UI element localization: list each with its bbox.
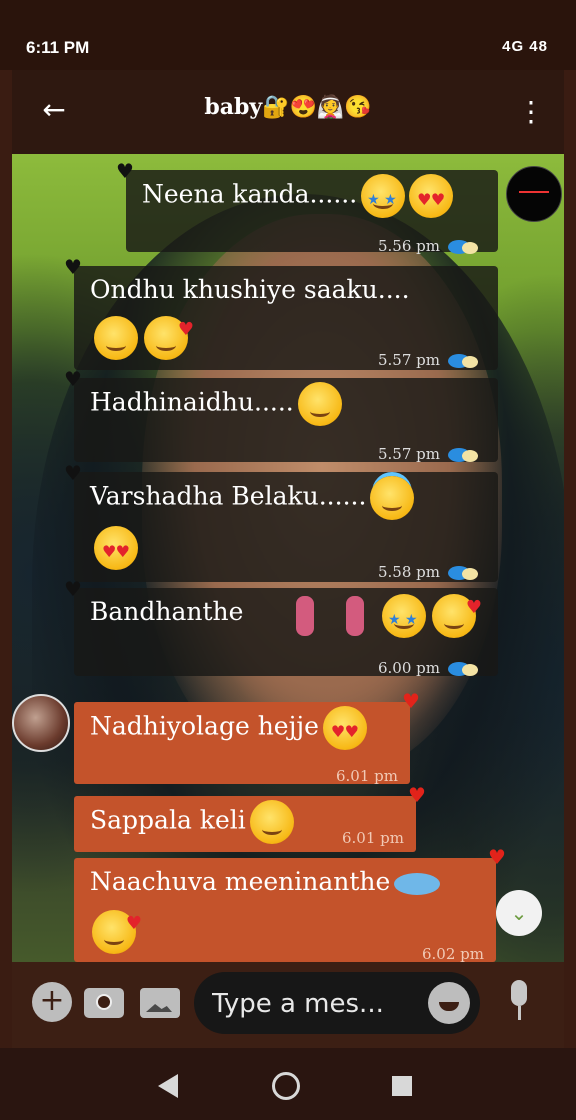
smile-emoji-icon [249, 800, 294, 844]
message-bubble[interactable]: ♥ Sappala keli 6.01 pm [74, 785, 426, 852]
message-text: Hadhinaidhu..... [90, 387, 294, 417]
heart-icon: ♥ [488, 845, 506, 869]
plus-icon[interactable]: + [32, 982, 72, 1022]
system-nav-bar [0, 1048, 576, 1120]
heart-icon: ♥ [64, 461, 82, 485]
camera-icon[interactable] [84, 988, 124, 1018]
chat-header: ← baby🔐😍👰😘 ⋮ [12, 70, 564, 154]
message-bubble[interactable]: ♥ Neena kanda...... 5.56 pm [116, 161, 498, 255]
dancer-emoji-icon [346, 596, 364, 636]
dancer-emoji-icon [296, 596, 314, 636]
message-time: 5.57 pm [378, 351, 440, 369]
halo-emoji-icon [370, 476, 415, 520]
status-indicators: 4G 48 [502, 38, 548, 55]
gallery-icon[interactable] [140, 988, 180, 1018]
mic-icon[interactable] [506, 980, 532, 1024]
message-text: Neena kanda...... [142, 179, 358, 209]
message-bubble[interactable]: ♥ Naachuva meeninanthe 6.02 pm [74, 847, 506, 962]
heart-icon: ♥ [402, 689, 420, 713]
read-ticks-icon [448, 240, 482, 254]
message-text: Bandhanthe [90, 597, 244, 626]
starstruck-emoji-icon [382, 594, 426, 640]
message-composer: + [12, 962, 564, 1048]
smile-emoji-icon [297, 382, 342, 426]
nav-recents-icon[interactable] [392, 1076, 412, 1096]
message-text: Varshadha Belaku...... [90, 481, 367, 511]
message-time: 5.58 pm [378, 563, 440, 581]
heart-icon: ♥ [64, 367, 82, 391]
message-time: 6.02 pm [422, 945, 484, 962]
read-ticks-icon [448, 662, 482, 676]
message-text: Nadhiyolage hejje [90, 711, 319, 741]
nav-home-icon[interactable] [272, 1072, 300, 1100]
message-bubble[interactable]: ♥ Bandhanthe 6.00 pm [64, 579, 498, 677]
more-vert-icon[interactable]: ⋮ [516, 92, 546, 132]
heart-icon: ♥ [64, 255, 82, 279]
message-time: 6.00 pm [378, 659, 440, 677]
fish-emoji-icon [394, 872, 441, 895]
message-text: Ondhu khushiye saaku.... [90, 275, 410, 304]
starstruck-emoji-icon [361, 174, 406, 220]
heart-face-emoji-icon [432, 588, 482, 638]
status-bar: 6:11 PM 4G 48 [0, 0, 576, 70]
heart-eyes-emoji-icon [409, 174, 454, 220]
phone-screen: 6:11 PM 4G 48 ← baby🔐😍👰😘 ⋮ ♥ Neena kanda… [0, 0, 576, 1120]
scroll-down-button[interactable]: ⌄ [496, 890, 542, 936]
sender-avatar[interactable] [506, 166, 562, 222]
message-time: 6.01 pm [336, 767, 398, 785]
heart-eyes-emoji-icon [94, 526, 138, 572]
status-time: 6:11 PM [26, 38, 90, 57]
heart-face-emoji-icon [92, 904, 142, 954]
emoji-icon[interactable] [428, 982, 470, 1024]
read-ticks-icon [448, 448, 482, 462]
message-bubble[interactable]: ♥ Varshadha Belaku...... 5.58 pm [64, 463, 498, 582]
heart-eyes-emoji-icon [322, 706, 367, 752]
heart-face-emoji-icon [144, 310, 194, 360]
message-text: Naachuva meeninanthe [90, 867, 391, 896]
message-time: 5.57 pm [378, 445, 440, 463]
heart-icon: ♥ [408, 783, 426, 807]
heart-icon: ♥ [116, 159, 134, 183]
nav-back-icon[interactable] [158, 1074, 178, 1098]
contact-avatar[interactable] [12, 694, 70, 752]
message-bubble[interactable]: ♥ Nadhiyolage hejje 6.01 pm [74, 691, 420, 785]
message-time: 5.56 pm [378, 237, 440, 255]
message-time: 6.01 pm [342, 829, 404, 847]
message-input[interactable] [210, 980, 424, 1028]
read-ticks-icon [448, 566, 482, 580]
message-text: Sappala keli [90, 805, 246, 835]
chat-title[interactable]: baby🔐😍👰😘 [12, 94, 564, 120]
message-bubble[interactable]: ♥ Hadhinaidhu..... 5.57 pm [64, 369, 498, 463]
heart-icon: ♥ [64, 577, 82, 601]
message-input-container [194, 972, 480, 1034]
chat-area[interactable]: ♥ Neena kanda...... 5.56 pm ♥ Ondhu khus… [12, 154, 564, 962]
read-ticks-icon [448, 354, 482, 368]
message-bubble[interactable]: ♥ Ondhu khushiye saaku.... 5.57 pm [64, 257, 498, 370]
blush-emoji-icon [94, 316, 138, 360]
